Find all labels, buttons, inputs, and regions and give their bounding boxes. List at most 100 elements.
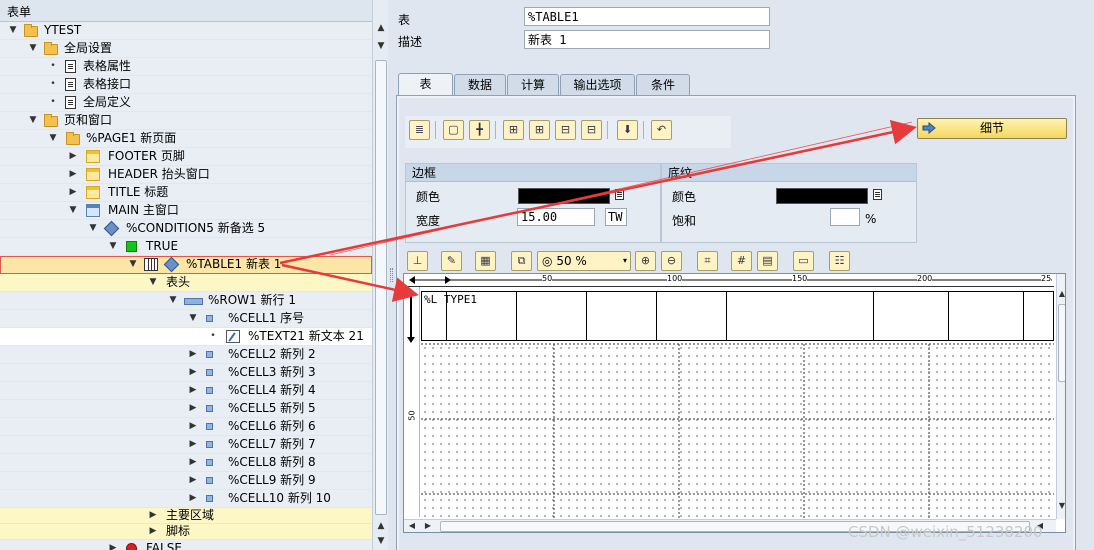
tree-node-cell10[interactable]: ▶ %CELL10 新列 10 [0,490,372,508]
tab-conditions[interactable]: 条件 [636,74,690,96]
border-unit-input[interactable]: TW [605,208,627,226]
value-help-icon[interactable] [873,189,882,200]
undo-icon[interactable]: ↶ [651,120,672,140]
saturation-input[interactable] [830,208,860,226]
tree-node-cell6[interactable]: ▶ %CELL6 新列 6 [0,418,372,436]
properties-icon[interactable]: ☷ [829,251,850,271]
tree-node-header-window[interactable]: ▶ HEADER 抬头窗口 [0,166,372,184]
pin-icon[interactable]: ⊥ [407,251,428,271]
expand-toggle-closed-icon[interactable]: ▶ [188,382,198,399]
tab-output-options[interactable]: 输出选项 [560,74,635,96]
expand-toggle-icon[interactable]: ▼ [8,22,18,39]
zoom-in-icon[interactable]: ⊕ [635,251,656,271]
tree-node-footer[interactable]: ▶ FOOTER 页脚 [0,148,372,166]
tree-node-true[interactable]: ▼ TRUE [0,238,372,256]
table-line-type-row[interactable]: %L TYPE1 [421,291,1054,341]
expand-toggle-icon[interactable]: ▼ [68,202,78,219]
expand-toggle-closed-icon[interactable]: ▶ [188,454,198,471]
scroll-down-icon[interactable]: ▼ [375,40,387,52]
expand-toggle-closed-icon[interactable]: ▶ [188,472,198,489]
table-cell[interactable] [727,292,874,340]
tree-node-condition5[interactable]: ▼ %CONDITION5 新备选 5 [0,220,372,238]
tree-node-page1[interactable]: ▼ %PAGE1 新页面 [0,130,372,148]
value-help-icon[interactable] [615,189,624,200]
tree-node-cell5[interactable]: ▶ %CELL5 新列 5 [0,400,372,418]
table-cell[interactable] [517,292,587,340]
table-cell[interactable] [422,292,447,340]
tree-node-cell4[interactable]: ▶ %CELL4 新列 4 [0,382,372,400]
frame-inner-icon[interactable]: ╋ [469,120,490,140]
table-grid-icon[interactable]: ▦ [475,251,496,271]
expand-toggle-icon[interactable]: ▼ [188,310,198,327]
insert-column-right-icon[interactable]: ⊞ [529,120,550,140]
tree-node-pages-windows[interactable]: ▼ 页和窗口 [0,112,372,130]
tree-node-form-attributes[interactable]: • 表格属性 [0,58,372,76]
canvas-vertical-scrollbar[interactable]: ▲ ▼ [1056,274,1065,519]
description-input[interactable]: 新表 1 [524,30,770,49]
expand-toggle-closed-icon[interactable]: ▶ [148,508,158,523]
expand-toggle-icon[interactable]: ▼ [128,256,138,273]
table-cell[interactable] [587,292,657,340]
scroll-down-icon[interactable]: ▼ [1057,500,1065,512]
frame-outer-icon[interactable]: ▢ [443,120,464,140]
zoom-select[interactable]: ◎ 50 % ▾ [537,251,631,271]
grid-on-icon[interactable]: # [731,251,752,271]
shading-color-field[interactable] [776,188,868,204]
tree-node-row1[interactable]: ▼ %ROW1 新行 1 [0,292,372,310]
delete-row-icon[interactable]: ⊟ [581,120,602,140]
tree-node-cell9[interactable]: ▶ %CELL9 新列 9 [0,472,372,490]
expand-toggle-closed-icon[interactable]: ▶ [148,524,158,539]
ruler-icon[interactable]: ▭ [793,251,814,271]
details-button[interactable]: 细节 [917,118,1067,139]
scroll-up-icon[interactable]: ▲ [1057,288,1065,300]
expand-toggle-closed-icon[interactable]: ▶ [68,166,78,183]
tree-scroll-thumb[interactable] [375,60,387,515]
canvas-vscroll-thumb[interactable] [1058,304,1065,382]
tree-node-table1[interactable]: ▼ %TABLE1 新表 1 [0,256,372,274]
border-width-input[interactable]: 15.00 [517,208,595,226]
insert-row-icon[interactable]: ⊟ [555,120,576,140]
expand-toggle-closed-icon[interactable]: ▶ [68,184,78,201]
expand-toggle-closed-icon[interactable]: ▶ [188,490,198,507]
tab-calculation[interactable]: 计算 [507,74,559,96]
expand-toggle-closed-icon[interactable]: ▶ [188,364,198,381]
table-cell[interactable] [657,292,727,340]
tree-node-cell3[interactable]: ▶ %CELL3 新列 3 [0,364,372,382]
tab-data[interactable]: 数据 [454,74,506,96]
panel-splitter[interactable] [388,0,396,550]
tree-node-cell2[interactable]: ▶ %CELL2 新列 2 [0,346,372,364]
expand-toggle-icon[interactable]: ▼ [168,292,178,309]
table-cell[interactable] [949,292,1024,340]
scroll-left-icon[interactable]: ◀ [406,520,418,532]
table-painter-canvas[interactable]: 50 100 150 200 25 50 %L TYPE1 ▲ ▼ ◀ ▶ ◀ [403,273,1066,533]
tree-node-main-area[interactable]: ▶ 主要区域 [0,508,372,524]
table-name-input[interactable]: %TABLE1 [524,7,770,26]
expand-toggle-icon[interactable]: ▼ [48,130,58,147]
tree-node-cell1[interactable]: ▼ %CELL1 序号 [0,310,372,328]
scroll-right-icon[interactable]: ▶ [422,520,434,532]
tree-node-title[interactable]: ▶ TITLE 标题 [0,184,372,202]
expand-toggle-closed-icon[interactable]: ▶ [188,400,198,417]
tree-node-table-header[interactable]: ▼ 表头 [0,274,372,292]
expand-toggle-icon[interactable]: ▼ [88,220,98,237]
tree-node-ytest[interactable]: ▼ YTEST [0,22,372,40]
pencil-icon[interactable]: ✎ [441,251,462,271]
tree-node-main-window[interactable]: ▼ MAIN 主窗口 [0,202,372,220]
expand-toggle-icon[interactable]: ▼ [28,40,38,57]
tree-node-global-settings[interactable]: ▼ 全局设置 [0,40,372,58]
fit-page-icon[interactable]: ⌗ [697,251,718,271]
tree-vertical-scrollbar[interactable]: ▲ ▼ ▲ ▼ [372,0,388,550]
expand-toggle-closed-icon[interactable]: ▶ [188,418,198,435]
expand-toggle-icon[interactable]: ▼ [148,274,158,291]
expand-toggle-icon[interactable]: ▼ [28,112,38,129]
copy-layout-icon[interactable]: ⧉ [511,251,532,271]
tree-node-text21[interactable]: • %TEXT21 新文本 21 [0,328,372,346]
table-cell[interactable] [447,292,517,340]
grid-frame-icon[interactable]: ▤ [757,251,778,271]
table-cell[interactable] [874,292,949,340]
scroll-up-icon[interactable]: ▲ [375,520,387,532]
expand-toggle-closed-icon[interactable]: ▶ [188,436,198,453]
tree-node-form-interface[interactable]: • 表格接口 [0,76,372,94]
tab-table[interactable]: 表 [398,73,453,97]
tree-node-cell7[interactable]: ▶ %CELL7 新列 7 [0,436,372,454]
